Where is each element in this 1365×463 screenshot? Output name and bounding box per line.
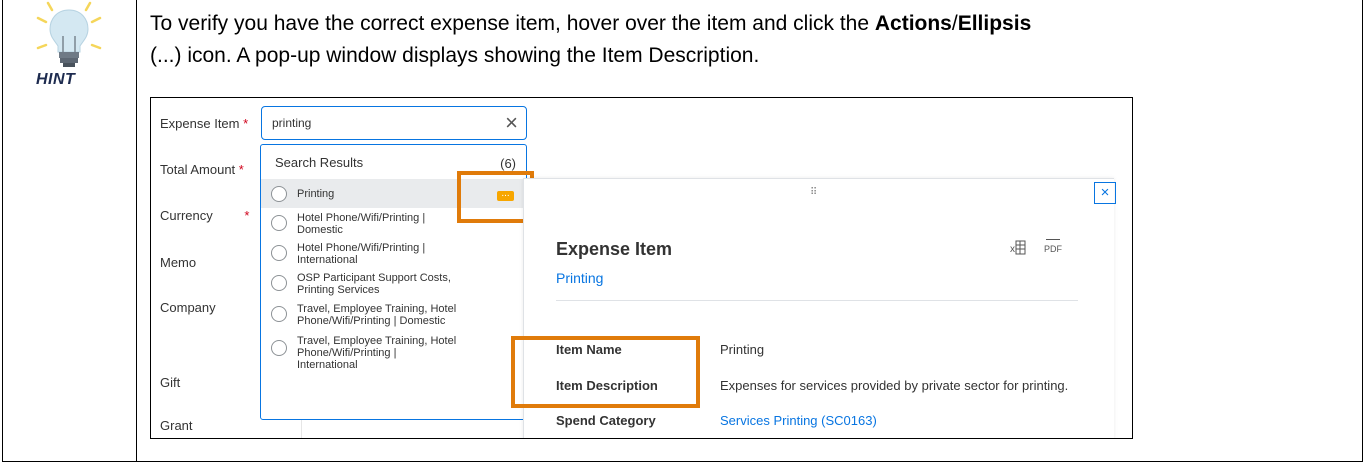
excel-export-icon[interactable]: x	[1010, 239, 1026, 257]
result-item[interactable]: Travel, Employee Training, Hotel Phone/W…	[261, 330, 526, 380]
drag-handle-icon[interactable]: ⠿	[810, 187, 818, 198]
result-item-label: Hotel Phone/Wifi/Printing | Domestic	[297, 212, 426, 236]
table-divider	[136, 0, 137, 462]
pdf-icon-line	[1046, 239, 1060, 243]
instruction-bold-actions: Actions	[874, 12, 952, 35]
expense-item-label: Expense Item *	[160, 116, 248, 131]
search-value: printing	[272, 116, 312, 130]
popup-divider	[556, 300, 1078, 301]
instruction-bold-ellipsis: Ellipsis	[957, 12, 1032, 35]
item-name-value: Printing	[720, 342, 765, 357]
spend-category-link[interactable]: Services Printing (SC0163)	[720, 413, 877, 428]
close-icon[interactable]: ×	[1094, 182, 1116, 204]
instruction-text: To verify you have the correct expense i…	[150, 8, 1350, 72]
result-item[interactable]: OSP Participant Support Costs, Printing …	[261, 268, 526, 298]
currency-label-text: Currency	[160, 208, 213, 223]
hint-label: HINT	[36, 71, 76, 88]
radio-button[interactable]	[271, 306, 287, 322]
pdf-export-icon[interactable]: PDF	[1044, 239, 1062, 254]
lightbulb-icon	[36, 1, 102, 67]
embedded-screenshot: Expense Item * Total Amount * Currency *…	[150, 97, 1133, 439]
expense-item-search-input[interactable]: printing ×	[261, 106, 527, 140]
radio-button[interactable]	[271, 340, 287, 356]
gift-label: Gift	[160, 375, 181, 390]
grant-label: Grant	[160, 418, 193, 433]
required-mark: *	[243, 116, 249, 131]
expense-item-label-text: Expense Item	[160, 116, 240, 131]
total-amount-label: Total Amount *	[160, 162, 244, 177]
result-item-label: Printing	[297, 188, 335, 200]
spend-category-label: Spend Category	[556, 413, 656, 428]
memo-label: Memo	[160, 255, 197, 270]
result-item[interactable]: Travel, Employee Training, Hotel Phone/W…	[261, 298, 526, 330]
search-results-title: Search Results	[275, 155, 364, 170]
total-amount-label-text: Total Amount	[160, 162, 236, 177]
result-item[interactable]: Hotel Phone/Wifi/Printing | Internationa…	[261, 238, 526, 268]
pdf-icon-label: PDF	[1044, 244, 1062, 254]
radio-button[interactable]	[271, 245, 287, 261]
radio-button[interactable]	[271, 275, 287, 291]
result-item-label: Hotel Phone/Wifi/Printing | Internationa…	[297, 242, 426, 266]
required-mark: *	[244, 208, 250, 223]
result-item-label: OSP Participant Support Costs, Printing …	[297, 272, 451, 296]
hint-cell: HINT	[8, 0, 128, 90]
radio-button[interactable]	[271, 186, 287, 202]
item-description-value: Expenses for services provided by privat…	[720, 378, 1069, 393]
close-icon[interactable]: ×	[505, 111, 518, 135]
instruction-part-1: To verify you have the correct expense i…	[150, 12, 875, 35]
item-description-highlight-box	[511, 336, 700, 408]
search-results-count: (6)	[500, 156, 516, 171]
popup-title: Expense Item	[556, 239, 673, 259]
currency-label: Currency *	[160, 208, 249, 223]
instruction-part-2: (...) icon. A pop-up window displays sho…	[150, 44, 760, 67]
radio-button[interactable]	[271, 215, 287, 231]
svg-text:x: x	[1010, 244, 1015, 255]
popup-subtitle-link[interactable]: Printing	[556, 270, 603, 286]
result-item-label: Travel, Employee Training, Hotel Phone/W…	[297, 335, 457, 371]
company-label: Company	[160, 300, 216, 315]
result-item-label: Travel, Employee Training, Hotel Phone/W…	[297, 303, 457, 327]
required-mark: *	[238, 162, 244, 177]
